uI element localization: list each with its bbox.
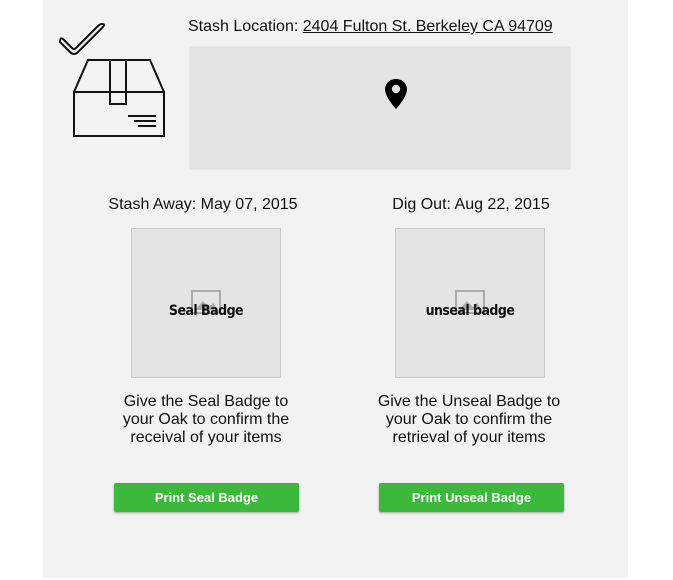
print-unseal-badge-button[interactable]: Print Unseal Badge	[379, 483, 564, 512]
unseal-badge-image: unseal badge	[395, 228, 545, 378]
unseal-description-line: retrieval of your items	[392, 429, 546, 446]
unseal-badge-text: unseal badge	[425, 303, 515, 319]
stash-location: Stash Location: 2404 Fulton St. Berkeley…	[188, 18, 553, 36]
seal-section: Stash Away: May 07, 2015	[105, 196, 301, 214]
unseal-description-line: your Oak to confirm the	[385, 411, 553, 428]
seal-description-line: your Oak to confirm the	[122, 411, 290, 428]
seal-description-line: receival of your items	[130, 429, 282, 446]
map-pin-icon	[385, 79, 407, 109]
unseal-description: Give the Unseal Badge to your Oak to con…	[364, 393, 574, 447]
location-map[interactable]	[189, 46, 571, 170]
stash-away-date: Stash Away: May 07, 2015	[108, 196, 298, 213]
unseal-section: Dig Out: Aug 22, 2015	[368, 196, 574, 214]
dig-out-date: Dig Out: Aug 22, 2015	[392, 196, 550, 213]
stash-address-link[interactable]: 2404 Fulton St. Berkeley CA 94709	[303, 18, 553, 35]
box-check-icon	[59, 23, 165, 137]
seal-description: Give the Seal Badge to your Oak to confi…	[106, 393, 306, 447]
seal-description-line: Give the Seal Badge to	[123, 393, 289, 410]
seal-badge-image: Seal Badge	[131, 228, 281, 378]
print-seal-badge-button[interactable]: Print Seal Badge	[114, 483, 299, 512]
stash-location-label: Stash Location:	[188, 18, 299, 35]
unseal-description-line: Give the Unseal Badge to	[377, 393, 561, 410]
seal-badge-text: Seal Badge	[168, 303, 244, 319]
